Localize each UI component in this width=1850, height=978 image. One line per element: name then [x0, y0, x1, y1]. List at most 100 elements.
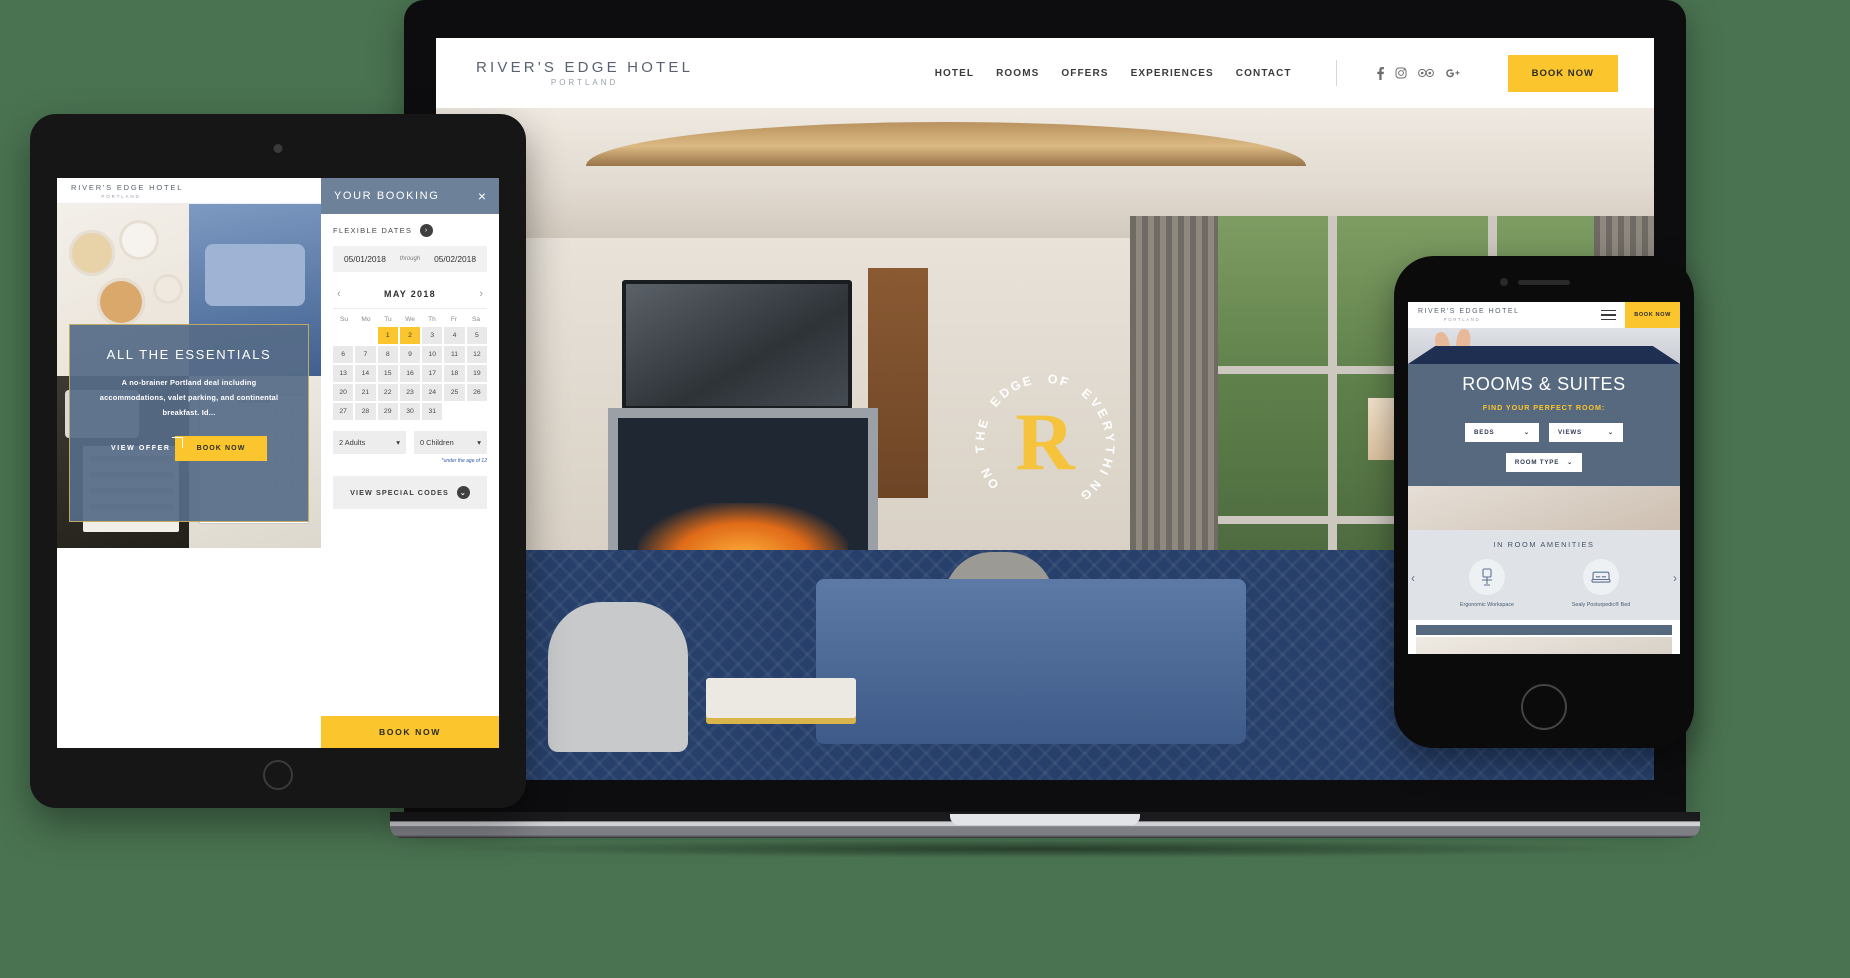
calendar-day-2[interactable]: 2: [399, 327, 421, 344]
badge-ring-char: E: [975, 417, 992, 431]
calendar-day-20[interactable]: 20: [333, 384, 354, 401]
amenities-prev-icon[interactable]: ‹: [1411, 571, 1415, 585]
calendar-day-21[interactable]: 21: [355, 384, 376, 401]
calendar-day-9[interactable]: 9: [399, 346, 421, 363]
check-out-date[interactable]: 05/02/2018: [434, 254, 476, 264]
calendar-day-28[interactable]: 28: [355, 403, 376, 420]
phone-next-section: [1408, 620, 1680, 654]
date-range-field[interactable]: 05/01/2018 through 05/02/2018: [333, 246, 487, 272]
device-mockup-stage: RIVER'S EDGE HOTEL PORTLAND HOTEL ROOMS …: [0, 0, 1850, 978]
booking-panel-title: YOUR BOOKING: [334, 190, 440, 202]
calendar-day-24[interactable]: 24: [422, 384, 443, 401]
amenities-title: IN ROOM AMENITIES: [1493, 540, 1595, 549]
view-offer-link[interactable]: VIEW OFFER: [111, 437, 183, 452]
phone-logo-name: RIVER'S EDGE HOTEL: [1418, 308, 1520, 315]
section-photo: [1416, 637, 1672, 654]
calendar-day-11[interactable]: 11: [444, 346, 465, 363]
nav-item-offers[interactable]: OFFERS: [1061, 68, 1108, 79]
calendar-dow-mo: Mo: [361, 316, 371, 323]
filter-views-select[interactable]: VIEWS ⌄: [1549, 423, 1623, 442]
in-room-amenities-section: IN ROOM AMENITIES ‹ › Ergonomic Workspac…: [1408, 530, 1680, 620]
calendar-header: ‹ MAY 2018 ›: [333, 282, 487, 309]
tripadvisor-icon[interactable]: [1417, 68, 1434, 78]
children-select[interactable]: 0 Children ▾: [414, 431, 487, 454]
rooms-suites-section: ROOMS & SUITES FIND YOUR PERFECT ROOM: B…: [1408, 364, 1680, 486]
calendar-day-27[interactable]: 27: [333, 403, 354, 420]
googleplus-icon[interactable]: [1445, 68, 1460, 79]
calendar-day-8[interactable]: 8: [377, 346, 398, 363]
site-logo[interactable]: RIVER'S EDGE HOTEL PORTLAND: [476, 60, 693, 87]
calendar-day-16[interactable]: 16: [399, 365, 421, 382]
nav-item-hotel[interactable]: HOTEL: [935, 68, 974, 79]
office-chair-icon: [1469, 559, 1505, 595]
calendar-day-14[interactable]: 14: [355, 365, 376, 382]
special-codes-label: VIEW SPECIAL CODES: [350, 488, 449, 497]
calendar-day-6[interactable]: 6: [333, 346, 354, 363]
badge-ring-char: [1069, 379, 1079, 393]
nav-divider: [1335, 60, 1337, 86]
calendar-day-23[interactable]: 23: [399, 384, 421, 401]
calendar-day-26[interactable]: 26: [466, 384, 487, 401]
panel-book-now-button[interactable]: BOOK NOW: [321, 716, 499, 748]
nav-item-experiences[interactable]: EXPERIENCES: [1131, 68, 1214, 79]
nav-item-rooms[interactable]: ROOMS: [996, 68, 1039, 79]
calendar-day-18[interactable]: 18: [444, 365, 465, 382]
instagram-icon[interactable]: [1395, 67, 1407, 79]
calendar-day-15[interactable]: 15: [377, 365, 398, 382]
calendar-day-1[interactable]: 1: [377, 327, 398, 344]
close-icon[interactable]: ×: [478, 189, 486, 203]
badge-ring-char: T: [972, 444, 988, 454]
amenity-label: Ergonomic Workspace: [1459, 602, 1515, 608]
booking-panel: YOUR BOOKING × FLEXIBLE DATES › 05/01/20…: [321, 178, 499, 748]
adults-select[interactable]: 2 Adults ▾: [333, 431, 406, 454]
tablet-home-button[interactable]: [263, 760, 293, 790]
view-special-codes-button[interactable]: VIEW SPECIAL CODES ⌄: [333, 476, 487, 509]
calendar-month-label: MAY 2018: [384, 289, 436, 299]
flexible-dates-row[interactable]: FLEXIBLE DATES ›: [333, 224, 487, 237]
calendar-dow-tu: Tu: [384, 316, 392, 323]
tablet-device: RIVER'S EDGE HOTEL PORTLAND CALENDAR: [30, 114, 526, 808]
hamburger-icon[interactable]: [1592, 309, 1625, 321]
amenity-label: Sealy Posturpedic® Bed: [1571, 602, 1631, 608]
phone-book-now-button[interactable]: BOOK NOW: [1625, 302, 1680, 328]
calendar-day-22[interactable]: 22: [377, 384, 398, 401]
calendar-day-13[interactable]: 13: [333, 365, 354, 382]
chevron-right-icon[interactable]: ›: [420, 224, 434, 237]
badge-ring-char: [1035, 372, 1040, 386]
amenities-list: Ergonomic Workspace Sealy Posturpedic® B…: [1408, 559, 1680, 608]
phone-bed-photo: [1408, 486, 1680, 530]
book-now-button[interactable]: BOOK NOW: [1507, 54, 1618, 92]
badge-ring-char: H: [973, 430, 988, 442]
calendar-day-3[interactable]: 3: [422, 327, 443, 344]
check-in-date[interactable]: 05/01/2018: [344, 254, 386, 264]
calendar-day-17[interactable]: 17: [422, 365, 443, 382]
calendar-day-29[interactable]: 29: [377, 403, 398, 420]
filter-beds-select[interactable]: BEDS ⌄: [1465, 423, 1539, 442]
section-bar: [1416, 625, 1672, 635]
filter-beds-label: BEDS: [1474, 429, 1495, 436]
amenity-item[interactable]: Ergonomic Workspace: [1443, 559, 1531, 608]
calendar-next-icon[interactable]: ›: [479, 288, 483, 300]
calendar-day-25[interactable]: 25: [444, 384, 465, 401]
nav-item-contact[interactable]: CONTACT: [1236, 68, 1292, 79]
phone-logo[interactable]: RIVER'S EDGE HOTEL PORTLAND: [1408, 308, 1519, 322]
amenity-item[interactable]: Sealy Posturpedic® Bed: [1557, 559, 1645, 608]
through-label: through: [399, 256, 421, 262]
calendar-day-5[interactable]: 5: [466, 327, 487, 344]
chevron-down-icon: ▾: [477, 438, 481, 447]
calendar-day-19[interactable]: 19: [466, 365, 487, 382]
offer-book-now-button[interactable]: BOOK NOW: [175, 436, 267, 462]
badge-ring-char: E: [1020, 373, 1033, 390]
calendar-day-12[interactable]: 12: [466, 346, 487, 363]
calendar-day-10[interactable]: 10: [422, 346, 443, 363]
phone-home-button[interactable]: [1521, 684, 1567, 730]
calendar-day-30[interactable]: 30: [399, 403, 421, 420]
calendar-prev-icon[interactable]: ‹: [337, 288, 341, 300]
chevron-down-icon: ⌄: [1567, 459, 1574, 466]
calendar-day-31[interactable]: 31: [422, 403, 443, 420]
calendar-day-7[interactable]: 7: [355, 346, 376, 363]
amenities-next-icon[interactable]: ›: [1673, 571, 1677, 585]
calendar-day-4[interactable]: 4: [444, 327, 465, 344]
facebook-icon[interactable]: [1376, 66, 1384, 80]
filter-room-type-select[interactable]: ROOM TYPE ⌄: [1505, 453, 1583, 472]
